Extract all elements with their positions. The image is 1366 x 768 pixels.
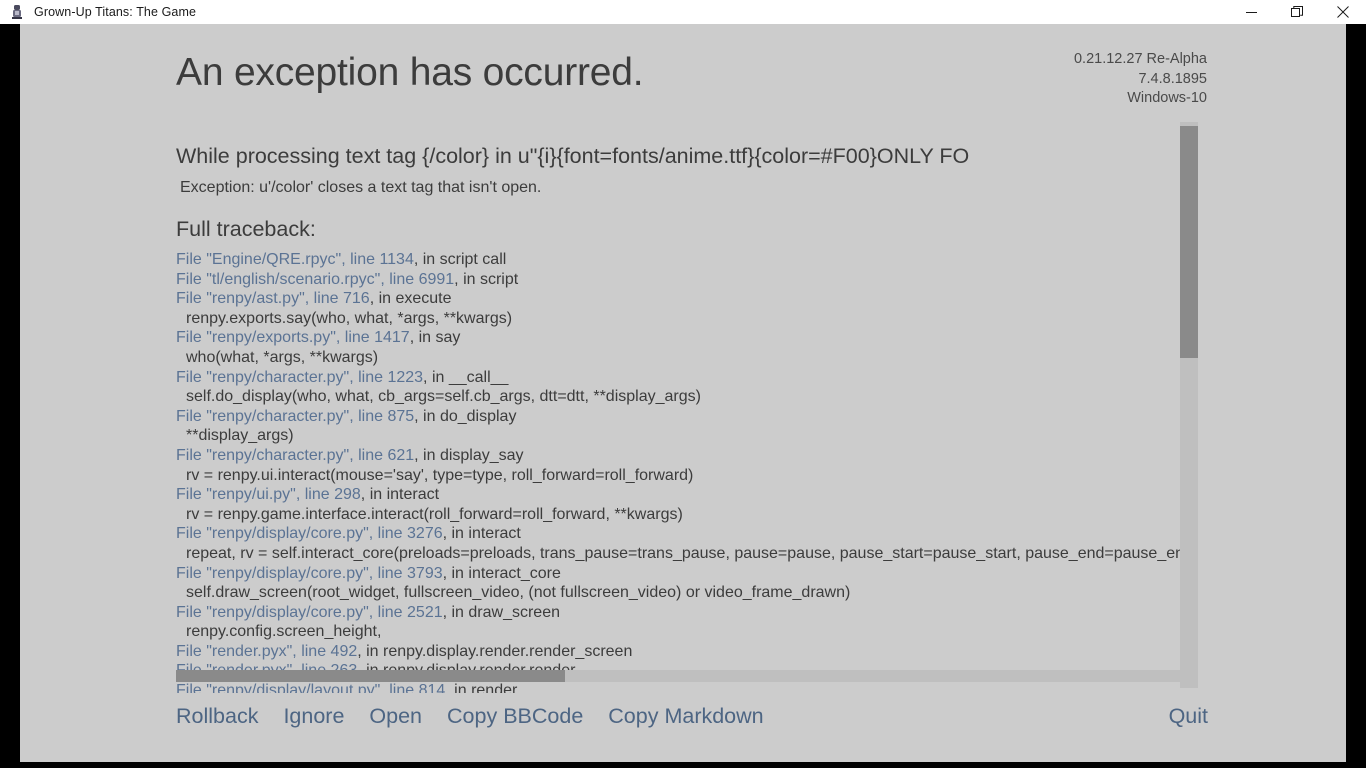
traceback-source-line: rv = renpy.ui.interact(mouse='say', type…: [176, 466, 1346, 486]
traceback-file-reference: File "render.pyx", line 492: [176, 642, 358, 660]
horizontal-scrollbar-track[interactable]: [176, 670, 1190, 682]
traceback-frame-line: File "renpy/ast.py", line 716, in execut…: [176, 289, 1346, 309]
rollback-button[interactable]: Rollback: [176, 702, 258, 730]
traceback-function-name: , in script call: [413, 251, 507, 268]
traceback-frame-line: File "renpy/character.py", line 875, in …: [176, 407, 1346, 427]
traceback-file-reference: File "renpy/character.py", line 875: [176, 407, 415, 425]
quit-button[interactable]: Quit: [1169, 702, 1208, 730]
letterbox-left: [0, 24, 20, 768]
traceback-file-reference: File "renpy/character.py", line 621: [176, 446, 415, 464]
error-message: While processing text tag {/color} in u"…: [176, 144, 970, 168]
letterbox-right: [1346, 24, 1366, 768]
traceback-list: File "Engine/QRE.rpyc", line 1134, in sc…: [176, 250, 1346, 693]
close-button[interactable]: [1320, 0, 1366, 24]
traceback-function-name: , in display_say: [414, 446, 524, 464]
platform-label: Windows-10: [1127, 90, 1207, 106]
traceback-file-reference: File "tl/english/scenario.rpyc", line 69…: [176, 270, 455, 288]
action-button-row: Rollback Ignore Open Copy BBCode Copy Ma…: [176, 696, 1208, 736]
traceback-source-line: who(what, *args, **kwargs): [176, 348, 1346, 368]
traceback-function-name: , in do_display: [414, 407, 517, 425]
traceback-file-reference: File "renpy/ui.py", line 298: [176, 486, 361, 504]
traceback-function-name: , in script: [454, 270, 519, 288]
exception-screen: 0.21.12.27 Re-Alpha 7.4.8.1895 Windows-1…: [20, 24, 1346, 762]
traceback-file-reference: File "renpy/ast.py", line 716: [176, 290, 370, 308]
traceback-file-reference: File "renpy/exports.py", line 1417: [176, 329, 410, 347]
traceback-file-reference: File "renpy/display/core.py", line 2521: [176, 603, 443, 621]
traceback-function-name: , in draw_screen: [442, 603, 560, 621]
traceback-code-text: self.do_display(who, what, cb_args=self.…: [186, 388, 701, 406]
letterbox-bottom: [0, 762, 1366, 768]
page-title: An exception has occurred.: [176, 51, 644, 94]
traceback-frame-line: File "Engine/QRE.rpyc", line 1134, in sc…: [176, 250, 1346, 270]
traceback-source-line: renpy.exports.say(who, what, *args, **kw…: [176, 309, 1346, 329]
traceback-source-line: renpy.config.screen_height,: [176, 622, 1346, 642]
traceback-frame-line: File "renpy/display/core.py", line 3276,…: [176, 524, 1346, 544]
traceback-code-text: self.draw_screen(root_widget, fullscreen…: [186, 584, 851, 602]
ignore-button[interactable]: Ignore: [283, 702, 344, 730]
traceback-function-name: , in execute: [369, 290, 452, 308]
vertical-scrollbar-thumb[interactable]: [1180, 126, 1198, 358]
traceback-frame-line: File "renpy/ui.py", line 298, in interac…: [176, 485, 1346, 505]
traceback-source-line: self.do_display(who, what, cb_args=self.…: [176, 387, 1346, 407]
window-title: Grown-Up Titans: The Game: [34, 5, 197, 19]
copy-bbcode-button[interactable]: Copy BBCode: [447, 702, 583, 730]
traceback-function-name: , in interact: [360, 486, 440, 504]
traceback-heading: Full traceback:: [176, 217, 316, 241]
traceback-function-name: , in say: [409, 329, 461, 347]
copy-markdown-button[interactable]: Copy Markdown: [608, 702, 763, 730]
traceback-source-line: rv = renpy.game.interface.interact(roll_…: [176, 505, 1346, 525]
traceback-function-name: , in interact: [442, 525, 521, 543]
traceback-frame-line: File "renpy/display/layout.py", line 814…: [176, 681, 1346, 693]
traceback-source-line: **display_args): [176, 426, 1346, 446]
traceback-function-name: , in interact_core: [442, 564, 561, 582]
traceback-function-name: , in __call__: [423, 368, 509, 386]
game-version: 0.21.12.27 Re-Alpha: [1073, 51, 1207, 67]
engine-version: 7.4.8.1895: [1138, 70, 1207, 87]
traceback-function-name: , in render: [445, 682, 518, 693]
traceback-file-reference: File "renpy/display/layout.py", line 814: [176, 682, 446, 693]
traceback-function-name: , in renpy.display.render.render_screen: [357, 642, 633, 660]
traceback-file-reference: File "renpy/display/core.py", line 3793: [176, 564, 443, 582]
traceback-frame-line: File "renpy/display/core.py", line 3793,…: [176, 564, 1346, 584]
traceback-file-reference: File "renpy/character.py", line 1223: [176, 368, 424, 386]
minimize-button[interactable]: [1228, 0, 1274, 24]
traceback-frame-line: File "renpy/exports.py", line 1417, in s…: [176, 328, 1346, 348]
titlebar-left-group: Grown-Up Titans: The Game: [0, 4, 196, 20]
open-button[interactable]: Open: [369, 702, 422, 730]
traceback-frame-line: File "tl/english/scenario.rpyc", line 69…: [176, 270, 1346, 290]
vertical-scrollbar-track[interactable]: [1180, 122, 1198, 688]
traceback-viewport[interactable]: While processing text tag {/color} in u"…: [20, 120, 1346, 693]
traceback-code-text: repeat, rv = self.interact_core(preloads…: [186, 544, 1199, 562]
window-controls: [1228, 0, 1366, 24]
traceback-code-text: renpy.exports.say(who, what, *args, **kw…: [186, 309, 513, 327]
traceback-source-line: repeat, rv = self.interact_core(preloads…: [176, 544, 1346, 564]
maximize-restore-button[interactable]: [1274, 0, 1320, 24]
traceback-code-text: **display_args): [186, 427, 294, 445]
traceback-frame-line: File "renpy/character.py", line 621, in …: [176, 446, 1346, 466]
traceback-file-reference: File "Engine/QRE.rpyc", line 1134: [176, 251, 414, 268]
traceback-code-text: rv = renpy.game.interface.interact(roll_…: [186, 505, 683, 523]
traceback-source-line: self.draw_screen(root_widget, fullscreen…: [176, 583, 1346, 603]
window-titlebar: Grown-Up Titans: The Game: [0, 0, 1366, 24]
traceback-code-text: renpy.config.screen_height,: [186, 623, 382, 641]
exception-detail: Exception: u'/color' closes a text tag t…: [180, 179, 542, 196]
app-icon: [9, 4, 25, 20]
traceback-frame-line: File "renpy/character.py", line 1223, in…: [176, 368, 1346, 388]
app-window: Grown-Up Titans: The Game 0.21.12.27 Re-…: [0, 0, 1366, 768]
traceback-code-text: who(what, *args, **kwargs): [186, 348, 379, 366]
traceback-frame-line: File "render.pyx", line 492, in renpy.di…: [176, 642, 1346, 662]
traceback-file-reference: File "renpy/display/core.py", line 3276: [176, 525, 443, 543]
version-info: 0.21.12.27 Re-Alpha 7.4.8.1895 Windows-1…: [1074, 50, 1207, 109]
horizontal-scrollbar-thumb[interactable]: [176, 670, 565, 682]
traceback-code-text: rv = renpy.ui.interact(mouse='say', type…: [186, 466, 694, 484]
traceback-frame-line: File "renpy/display/core.py", line 2521,…: [176, 603, 1346, 623]
